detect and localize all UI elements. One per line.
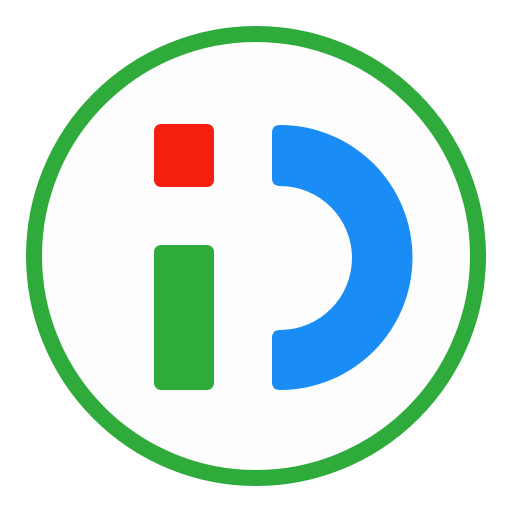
letter-i-dot bbox=[154, 124, 214, 187]
app-icon-canvas bbox=[0, 0, 512, 512]
app-logo-id-icon bbox=[26, 26, 486, 486]
letter-i-stem bbox=[154, 245, 214, 390]
